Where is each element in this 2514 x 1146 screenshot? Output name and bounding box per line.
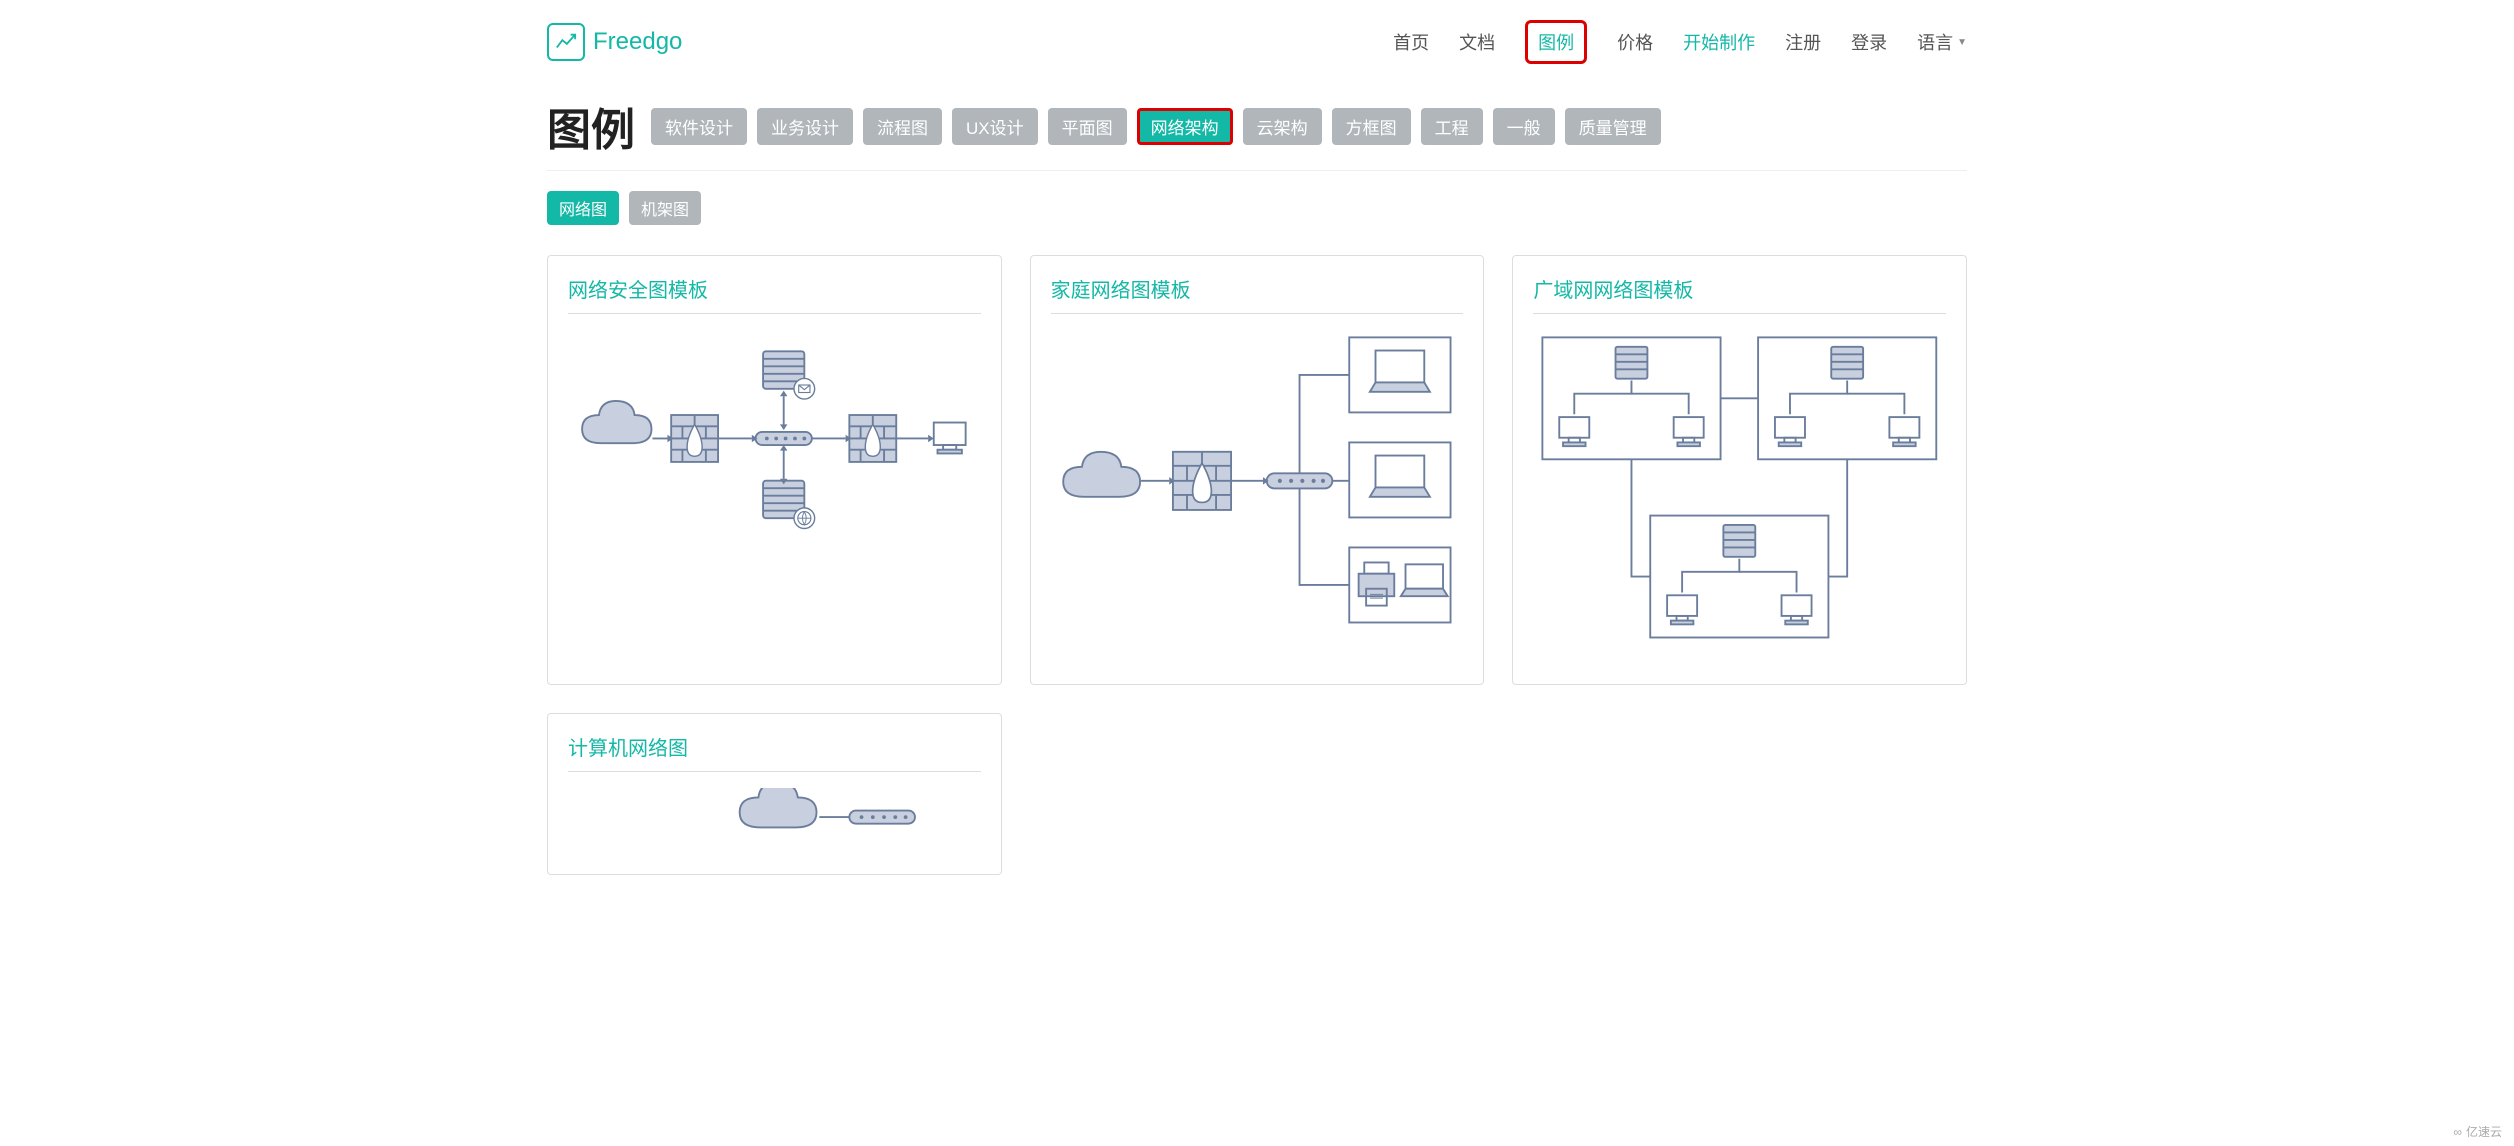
title-row: 图例 软件设计 业务设计 流程图 UX设计 平面图 网络架构 云架构 方框图 工… [547, 94, 1967, 171]
top-nav: 首页 文档 图例 价格 开始制作 注册 登录 语言 ▼ [1393, 20, 1967, 64]
chevron-down-icon: ▼ [1957, 37, 1967, 48]
desktop-icon [1775, 417, 1805, 446]
desktop-icon [1890, 417, 1920, 446]
desktop-icon [1782, 595, 1812, 624]
subtag-network-diagram[interactable]: 网络图 [547, 191, 619, 225]
tag-block[interactable]: 方框图 [1332, 108, 1411, 145]
laptop-icon [1400, 564, 1447, 596]
sub-category-tags: 网络图 机架图 [547, 191, 1967, 225]
server-icon [1616, 347, 1648, 379]
nav-examples[interactable]: 图例 [1525, 20, 1587, 64]
desktop-icon [1560, 417, 1590, 446]
nav-register[interactable]: 注册 [1785, 29, 1821, 55]
page-title: 图例 [547, 94, 635, 158]
tag-engineering[interactable]: 工程 [1421, 108, 1483, 145]
laptop-icon [1370, 351, 1430, 392]
template-title: 广域网网络图模板 [1533, 274, 1946, 314]
template-card[interactable]: 家庭网络图模板 [1030, 255, 1485, 685]
server-icon [1832, 347, 1864, 379]
logo-icon [547, 23, 585, 61]
logo[interactable]: Freedgo [547, 23, 682, 61]
cloud-icon [740, 788, 817, 827]
tag-quality[interactable]: 质量管理 [1565, 108, 1661, 145]
template-preview-network-security [568, 328, 981, 548]
firewall-icon [849, 415, 896, 462]
watermark: ∞ 亿速云 [2453, 1123, 2502, 1140]
tag-flowchart[interactable]: 流程图 [863, 108, 942, 145]
nav-home[interactable]: 首页 [1393, 29, 1429, 55]
laptop-icon [1370, 456, 1430, 497]
router-icon [756, 431, 812, 444]
tag-general[interactable]: 一般 [1493, 108, 1555, 145]
template-card[interactable]: 广域网网络图模板 [1512, 255, 1967, 685]
tag-network[interactable]: 网络架构 [1137, 108, 1233, 145]
tag-floorplan[interactable]: 平面图 [1048, 108, 1127, 145]
category-tags: 软件设计 业务设计 流程图 UX设计 平面图 网络架构 云架构 方框图 工程 一… [651, 108, 1661, 145]
tag-cloud[interactable]: 云架构 [1243, 108, 1322, 145]
desktop-icon [934, 422, 966, 453]
watermark-text: 亿速云 [2466, 1123, 2502, 1140]
router-icon [849, 810, 915, 823]
template-card[interactable]: 网络安全图模板 [547, 255, 1002, 685]
server-icon [763, 480, 815, 528]
template-grid: 网络安全图模板 [547, 255, 1967, 875]
nav-docs[interactable]: 文档 [1459, 29, 1495, 55]
nav-login[interactable]: 登录 [1851, 29, 1887, 55]
cloud-icon [1063, 452, 1140, 497]
subtag-rack-diagram[interactable]: 机架图 [629, 191, 701, 225]
nav-language-label: 语言 [1917, 29, 1953, 55]
template-preview-home-network [1051, 328, 1464, 647]
template-card[interactable]: 计算机网络图 [547, 713, 1002, 875]
watermark-icon: ∞ [2453, 1125, 2462, 1139]
firewall-icon [1173, 452, 1231, 510]
template-preview-computer-network [568, 786, 981, 856]
firewall-icon [671, 415, 718, 462]
logo-text: Freedgo [593, 28, 682, 56]
cloud-icon [582, 400, 651, 442]
tag-software[interactable]: 软件设计 [651, 108, 747, 145]
nav-language[interactable]: 语言 ▼ [1917, 29, 1967, 55]
router-icon [1266, 473, 1332, 488]
nav-pricing[interactable]: 价格 [1617, 29, 1653, 55]
template-title: 网络安全图模板 [568, 274, 981, 314]
server-icon [1724, 525, 1756, 557]
template-preview-wan-network [1533, 328, 1946, 666]
printer-icon [1358, 562, 1394, 605]
desktop-icon [1667, 595, 1697, 624]
tag-ux[interactable]: UX设计 [952, 108, 1038, 145]
tag-business[interactable]: 业务设计 [757, 108, 853, 145]
template-title: 家庭网络图模板 [1051, 274, 1464, 314]
desktop-icon [1674, 417, 1704, 446]
mail-badge-icon [794, 378, 815, 399]
template-title: 计算机网络图 [568, 732, 981, 772]
nav-start[interactable]: 开始制作 [1683, 29, 1755, 55]
server-icon [763, 351, 815, 399]
header: Freedgo 首页 文档 图例 价格 开始制作 注册 登录 语言 ▼ [547, 0, 1967, 94]
